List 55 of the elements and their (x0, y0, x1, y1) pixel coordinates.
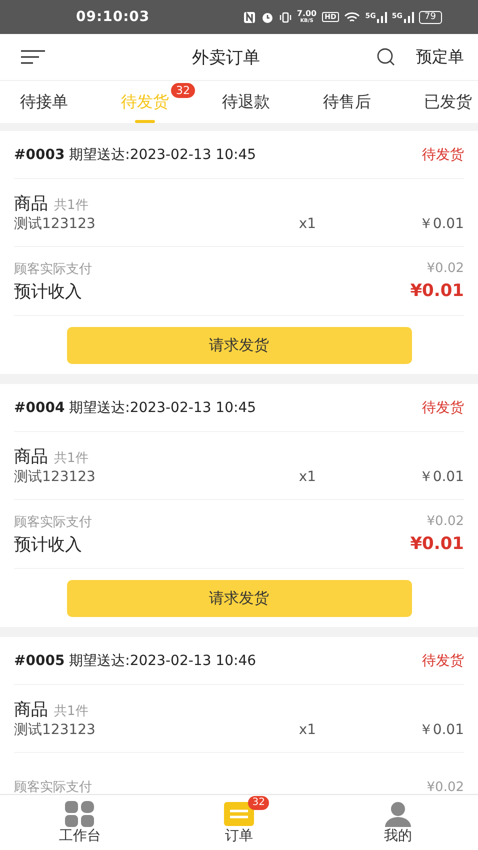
goods-count: 共1件 (54, 197, 88, 214)
item-name: 测试123123 (14, 215, 96, 233)
paid-label: 顾客实际支付 (14, 779, 92, 794)
item-name: 测试123123 (14, 468, 96, 486)
search-icon[interactable] (376, 47, 396, 67)
order-tab[interactable]: 已发货 (424, 81, 472, 123)
income-amount: ¥0.01 (410, 281, 464, 301)
paid-label: 顾客实际支付 (14, 514, 92, 530)
order-status: 待发货 (422, 146, 464, 164)
item-name: 测试123123 (14, 721, 96, 739)
order-heading: #0003 期望送达:2023-02-13 10:45 (14, 146, 256, 164)
item-price: ￥0.01 (418, 721, 464, 739)
nav-tab[interactable]: 32 订单 (209, 795, 269, 850)
item-quantity: x1 (298, 722, 318, 738)
item-quantity: x1 (298, 469, 318, 485)
goods-count: 共1件 (54, 450, 88, 467)
paid-amount: ¥0.02 (426, 780, 464, 794)
request-shipping-button[interactable]: 请求发货 (66, 326, 412, 364)
reservation-link[interactable]: 预定单 (416, 46, 464, 68)
order-tab[interactable]: 待退款 (222, 81, 270, 123)
income-amount: ¥0.01 (410, 534, 464, 554)
item-quantity: x1 (298, 216, 318, 232)
order-status: 待发货 (422, 652, 464, 670)
count-badge: 32 (171, 83, 195, 98)
income-label: 预计收入 (14, 534, 82, 556)
list-icon (223, 800, 255, 826)
order-tab[interactable]: 待售后 (323, 81, 371, 123)
page-title: 外卖订单 (192, 46, 260, 68)
paid-amount: ¥0.02 (426, 261, 464, 276)
paid-label: 顾客实际支付 (14, 260, 92, 278)
battery-indicator: 79 (418, 10, 442, 24)
order-tab[interactable]: 待接单 (20, 81, 68, 123)
paid-amount: ¥0.02 (426, 514, 464, 529)
status-time: 09:10:03 (76, 9, 150, 25)
vibrate-icon (278, 10, 292, 24)
nav-tab[interactable]: 工作台 (50, 795, 110, 850)
item-price: ￥0.01 (418, 215, 464, 233)
nfc-icon (242, 10, 256, 24)
request-shipping-button[interactable]: 请求发货 (66, 580, 412, 616)
order-heading: #0005 期望送达:2023-02-13 10:46 (14, 652, 256, 670)
goods-count: 共1件 (54, 703, 88, 720)
order-status: 待发货 (422, 398, 464, 416)
nav-tab[interactable]: 我的 (368, 795, 428, 850)
count-badge: 32 (248, 796, 269, 810)
goods-label: 商品 (14, 193, 48, 215)
alarm-icon (260, 10, 274, 24)
income-label: 预计收入 (14, 280, 82, 302)
goods-label: 商品 (14, 446, 48, 468)
grid-icon (64, 800, 96, 826)
menu-icon[interactable] (20, 50, 46, 64)
person-icon (382, 800, 414, 826)
goods-label: 商品 (14, 699, 48, 721)
item-price: ￥0.01 (418, 468, 464, 486)
wifi-icon (344, 10, 360, 24)
order-heading: #0004 期望送达:2023-02-13 10:45 (14, 398, 256, 416)
